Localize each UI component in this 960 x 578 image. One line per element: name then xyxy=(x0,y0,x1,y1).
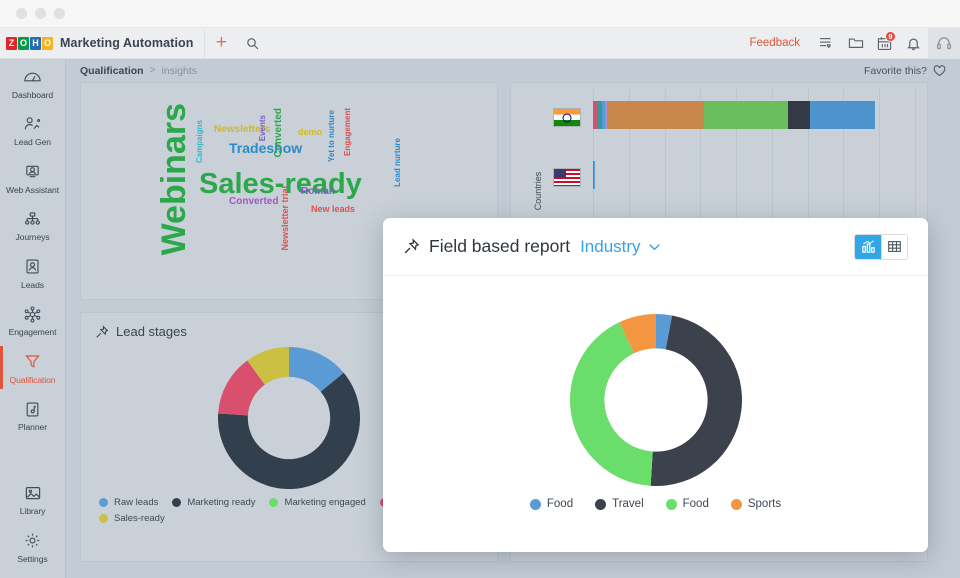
field-based-report-modal: Field based report Industry Food Travel … xyxy=(383,218,928,552)
table-view-button[interactable] xyxy=(881,234,907,259)
legend-label: Sports xyxy=(747,498,782,510)
settings-gear-icon xyxy=(24,531,41,551)
field-selector-dropdown[interactable]: Industry xyxy=(580,237,660,257)
feedback-button[interactable]: Feedback xyxy=(737,37,812,49)
sidebar-item-label: Web Assistant xyxy=(6,184,59,195)
logo-letter-h: H xyxy=(30,36,41,50)
sidebar-item-label: Engagement xyxy=(8,327,57,338)
planner-icon xyxy=(24,399,41,419)
sidebar-item-lead-gen[interactable]: Lead Gen xyxy=(0,106,66,153)
view-toggle-group xyxy=(854,233,908,260)
legend-label: Food xyxy=(546,498,574,510)
chart-view-button[interactable] xyxy=(855,234,881,259)
sidebar-item-label: Settings xyxy=(17,553,48,564)
sidebar-item-label: Journeys xyxy=(15,232,50,243)
dashboard-icon xyxy=(23,67,42,87)
sidebar-item-label: Planner xyxy=(18,422,47,433)
main-content: Qualification > insights Favorite this? … xyxy=(66,59,960,578)
sidebar-item-leads[interactable]: Leads xyxy=(0,249,66,296)
field-selector-label: Industry xyxy=(580,236,641,256)
sidebar-item-label: Lead Gen xyxy=(14,137,51,148)
sidebar-item-planner[interactable]: Planner xyxy=(0,391,66,438)
app-header: Z O H O Marketing Automation + Feedback xyxy=(0,27,960,59)
sidebar-item-qualification[interactable]: Qualification xyxy=(0,344,66,391)
sidebar-item-journeys[interactable]: Journeys xyxy=(0,201,66,248)
sidebar-item-label: Qualification xyxy=(9,374,56,385)
leads-icon xyxy=(24,257,41,277)
lead-gen-icon xyxy=(23,114,42,134)
add-new-button[interactable]: + xyxy=(205,28,237,59)
journeys-icon xyxy=(23,209,42,229)
folder-icon[interactable] xyxy=(841,28,870,59)
legend-item[interactable]: Sports xyxy=(730,498,782,510)
sidebar-item-settings[interactable]: Settings xyxy=(0,523,66,578)
sidebar-item-library[interactable]: Library xyxy=(0,475,66,522)
sidebar-item-engagement[interactable]: Engagement xyxy=(0,296,66,343)
pin-icon[interactable] xyxy=(403,238,420,255)
legend-color-swatch xyxy=(665,498,677,510)
window-titlebar xyxy=(0,0,960,28)
sidebar-item-label: Library xyxy=(19,506,46,517)
notification-badge: 9 xyxy=(885,30,896,42)
legend-item[interactable]: Food xyxy=(665,498,709,510)
modal-body: Food Travel Food Sports xyxy=(383,276,928,552)
modal-header: Field based report Industry xyxy=(383,218,928,276)
app-title: Marketing Automation xyxy=(60,36,194,50)
logo-letter-z: Z xyxy=(6,36,17,50)
window-minimize-dot[interactable] xyxy=(35,8,46,19)
sidebar-item-label: Leads xyxy=(21,279,44,290)
field-based-report-legend: Food Travel Food Sports xyxy=(529,498,782,510)
tasks-icon[interactable] xyxy=(812,28,841,59)
support-headset-icon[interactable] xyxy=(928,27,960,59)
sidebar-item-label: Dashboard xyxy=(11,90,54,100)
window-close-dot[interactable] xyxy=(16,8,27,19)
legend-color-swatch xyxy=(730,498,742,510)
logo-letter-o2: O xyxy=(42,36,53,50)
sidebar-item-web-assistant[interactable]: Web Assistant xyxy=(0,154,66,201)
legend-item[interactable]: Travel xyxy=(595,498,644,510)
legend-color-swatch xyxy=(529,498,541,510)
modal-overlay: Field based report Industry Food Travel … xyxy=(66,59,960,578)
zoho-logo[interactable]: Z O H O xyxy=(6,36,53,50)
app-window: Z O H O Marketing Automation + Feedback xyxy=(0,0,960,578)
search-icon[interactable] xyxy=(237,28,267,59)
legend-label: Food xyxy=(682,498,709,510)
legend-label: Travel xyxy=(612,498,644,510)
calendar-icon[interactable]: 9 xyxy=(870,28,899,59)
engagement-icon xyxy=(23,304,42,324)
field-based-report-donut xyxy=(569,314,742,486)
sidebar-item-dashboard[interactable]: Dashboard xyxy=(0,59,66,106)
qualification-funnel-icon xyxy=(24,352,41,372)
window-maximize-dot[interactable] xyxy=(54,8,65,19)
legend-color-swatch xyxy=(595,498,607,510)
web-assistant-icon xyxy=(23,162,42,182)
logo-letter-o1: O xyxy=(18,36,29,50)
chevron-down-icon xyxy=(648,243,661,251)
modal-title: Field based report xyxy=(429,236,571,256)
app-header-actions: Feedback 9 xyxy=(737,27,960,59)
legend-item[interactable]: Food xyxy=(529,498,574,510)
notifications-bell-icon[interactable] xyxy=(899,28,928,59)
sidebar-nav: Dashboard Lead Gen Web Assistant Journey… xyxy=(0,59,66,578)
library-icon xyxy=(24,483,42,503)
